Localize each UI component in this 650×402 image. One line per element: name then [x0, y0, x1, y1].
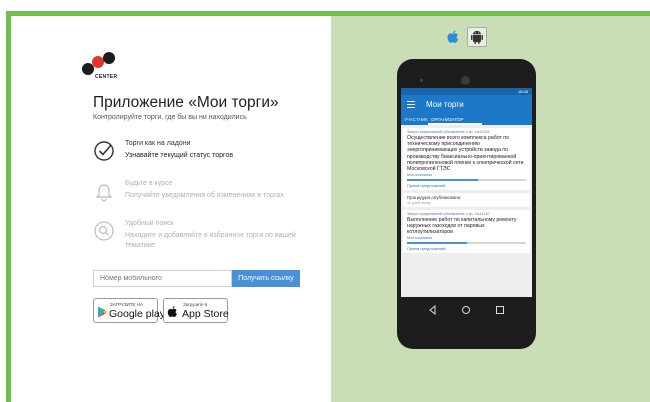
- page-title: Приложение «Мои торги»: [93, 94, 279, 111]
- app-bar: Мои торги: [401, 95, 532, 115]
- feature-text: Получайте уведомления об изменениях в то…: [125, 192, 284, 199]
- tender-organization: Моя компания: [407, 173, 433, 178]
- badge-caption: ЗАГРУЗИТЕ НА: [110, 302, 144, 307]
- tender-progress: [407, 179, 526, 181]
- badge-store-name: Google play: [109, 308, 166, 320]
- tab-organizer[interactable]: ОРГАНИЗАТОР: [431, 117, 464, 122]
- back-icon[interactable]: [428, 302, 438, 316]
- phone-screen: 18:48 Мои торги УЧАСТНИК ОРГАНИЗАТОР Зап…: [401, 88, 532, 297]
- badge-store-name: App Store: [182, 308, 229, 320]
- page-subtitle: Контролируйте торги, где бы вы ни находи…: [93, 114, 247, 121]
- phone-camera: [461, 76, 470, 85]
- app-tabs: УЧАСТНИК ОРГАНИЗАТОР: [401, 115, 532, 125]
- feature-text: Узнавайте текущий статус торгов: [125, 152, 234, 159]
- phone-number-input[interactable]: [93, 270, 232, 287]
- tender-stage: Прием предложений: [407, 182, 446, 188]
- tender-organization: Моя компания: [407, 236, 433, 241]
- apple-icon: [167, 305, 178, 317]
- feature-text: Находите и добавляйте в избранное торги …: [125, 232, 296, 249]
- active-tab-indicator: [428, 123, 482, 125]
- status-time: 18:48: [517, 89, 528, 94]
- bell-icon: [93, 180, 115, 202]
- app-title: Мои торги: [426, 100, 464, 109]
- logo-dot: [103, 52, 115, 64]
- check-circle-icon: [93, 140, 115, 162]
- android-nav-bar: [401, 297, 532, 317]
- status-bar: 18:48: [401, 88, 532, 95]
- b2b-center-logo[interactable]: CENTER: [82, 52, 142, 82]
- procedure-status: Процедура опубликована 11 дней назад: [403, 192, 530, 207]
- hamburger-menu-icon[interactable]: [407, 101, 415, 108]
- feature-title: Будьте в курсе: [125, 180, 173, 187]
- tab-participant[interactable]: УЧАСТНИК: [404, 117, 428, 122]
- google-play-icon: [97, 305, 108, 318]
- tender-stage: Прием предложений: [407, 245, 446, 251]
- logo-text: CENTER: [95, 74, 118, 80]
- feature-title: Торги как на ладони: [125, 140, 191, 147]
- app-store-badge[interactable]: Загрузите в App Store: [163, 298, 229, 323]
- tender-card[interactable]: Запрос предложений (объявление о пр...№4…: [403, 128, 530, 190]
- google-play-badge[interactable]: ЗАГРУЗИТЕ НА Google play: [93, 298, 165, 323]
- search-icon: [93, 220, 115, 242]
- recents-icon[interactable]: [495, 302, 505, 314]
- feature-title: Удобный поиск: [125, 220, 174, 227]
- tender-meta: Запрос предложений (объявление о пр...№4…: [407, 211, 490, 216]
- get-link-button[interactable]: Получить ссылку: [232, 270, 300, 287]
- apple-icon[interactable]: [446, 30, 460, 44]
- procedure-title: Процедура опубликована: [407, 194, 461, 200]
- procedure-time: 11 дней назад: [407, 200, 431, 205]
- promo-panel: [11, 16, 331, 402]
- tender-description: Осуществление всего комплекса работ по т…: [407, 135, 524, 173]
- tender-card[interactable]: Запрос предложений (объявление о пр...№4…: [403, 209, 530, 253]
- home-icon[interactable]: [461, 302, 471, 314]
- phone-sensor: [420, 79, 423, 82]
- page: CENTER Приложение «Мои торги» Контролиру…: [0, 0, 650, 402]
- phone-mockup: 18:48 Мои торги УЧАСТНИК ОРГАНИЗАТОР Зап…: [397, 59, 536, 349]
- tender-progress-fill: [407, 242, 467, 244]
- tender-progress-fill: [407, 179, 479, 181]
- badge-caption: Загрузите в: [183, 302, 208, 307]
- tender-progress: [407, 242, 526, 244]
- android-icon[interactable]: [467, 27, 487, 47]
- tender-description: Выполнение работ по капитальному ремонту…: [407, 216, 517, 236]
- tender-meta: Запрос предложений (объявление о пр...№4…: [407, 130, 490, 134]
